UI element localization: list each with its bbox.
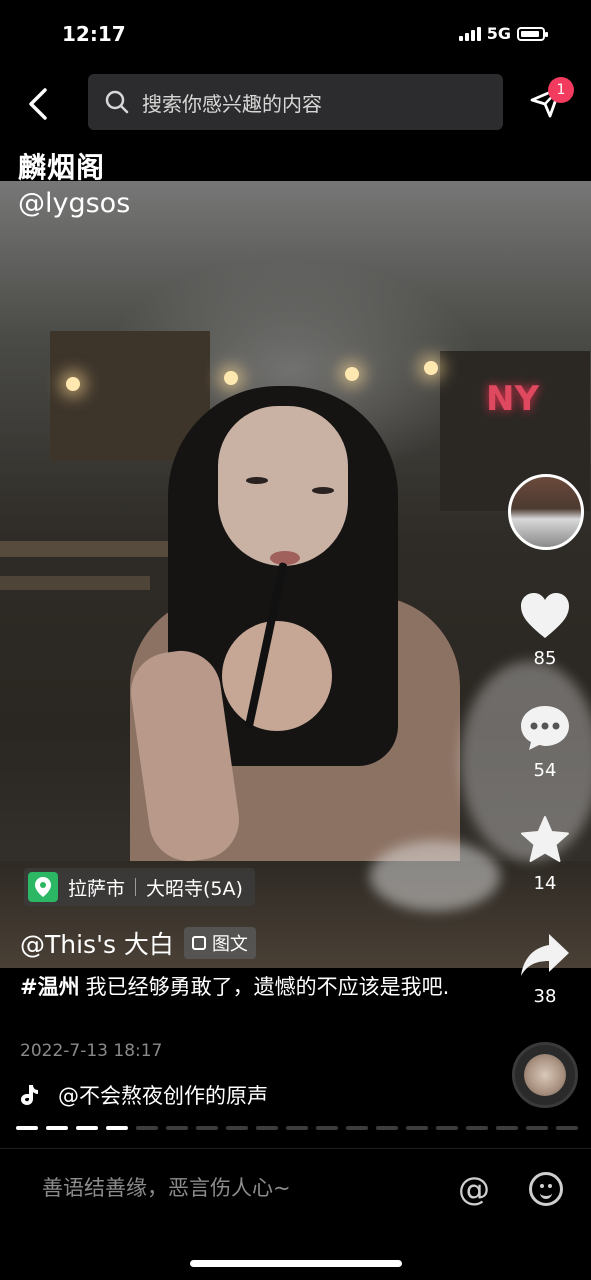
- post-photo[interactable]: NY: [0, 181, 591, 968]
- progress-dash: [166, 1126, 188, 1130]
- heart-icon: [521, 593, 569, 638]
- favorite-button[interactable]: 14: [510, 815, 580, 894]
- progress-dash: [346, 1126, 368, 1130]
- favorite-count: 14: [533, 873, 557, 894]
- progress-dash: [406, 1126, 428, 1130]
- progress-dash: [376, 1126, 398, 1130]
- location-divider: [135, 878, 137, 896]
- mention-button[interactable]: @: [458, 1170, 490, 1208]
- signal-icon: [458, 26, 481, 41]
- progress-dash: [256, 1126, 278, 1130]
- back-button[interactable]: [20, 86, 56, 122]
- music-note-icon: [21, 1085, 38, 1105]
- progress-dash: [286, 1126, 308, 1130]
- divider: [0, 1148, 591, 1149]
- image-text-icon: [191, 936, 206, 950]
- like-count: 85: [533, 648, 557, 669]
- progress-dash: [226, 1126, 248, 1130]
- location-city: 拉萨市: [68, 877, 126, 900]
- progress-dash: [496, 1126, 518, 1130]
- progress-dash: [136, 1126, 158, 1130]
- share-arrow-icon: [521, 934, 569, 976]
- watermark-handle: @lygsos: [18, 188, 131, 219]
- progress-dash: [16, 1126, 38, 1130]
- comment-button[interactable]: 54: [510, 704, 580, 781]
- music-title: @不会熬夜创作的原声: [58, 1084, 268, 1108]
- hashtag-link[interactable]: #温州: [20, 975, 80, 999]
- notification-badge: 1: [548, 77, 574, 103]
- comment-icon: [521, 706, 569, 750]
- comment-input[interactable]: 善语结善缘，恶言伤人心~: [42, 1172, 291, 1202]
- chevron-left-icon: [29, 88, 47, 120]
- location-tag[interactable]: 拉萨市 大昭寺(5A): [24, 868, 255, 906]
- post-date: 2022-7-13 18:17: [20, 1041, 163, 1061]
- photo-progress-indicator: [16, 1126, 578, 1130]
- progress-dash: [106, 1126, 128, 1130]
- share-count: 38: [533, 986, 557, 1007]
- progress-dash: [76, 1126, 98, 1130]
- battery-icon: [517, 26, 548, 41]
- progress-dash: [466, 1126, 488, 1130]
- music-row[interactable]: @不会熬夜创作的原声: [20, 1080, 268, 1110]
- post-type-tag: 图文: [183, 927, 256, 959]
- progress-dash: [196, 1126, 218, 1130]
- watermark-title: 麟烟阁: [18, 151, 106, 184]
- search-icon: [105, 90, 129, 114]
- status-time: 12:17: [62, 22, 126, 46]
- like-button[interactable]: 85: [510, 592, 580, 669]
- neon-sign: NY: [486, 379, 540, 419]
- status-indicators: 5G: [458, 24, 548, 43]
- star-icon: [521, 816, 569, 862]
- location-place: 大昭寺(5A): [146, 877, 243, 900]
- search-placeholder: 搜索你感兴趣的内容: [142, 91, 322, 116]
- music-disc[interactable]: [512, 1042, 578, 1108]
- share-button[interactable]: 38: [510, 932, 580, 1007]
- progress-dash: [526, 1126, 548, 1130]
- post-type-label: 图文: [211, 934, 248, 955]
- progress-dash: [46, 1126, 68, 1130]
- caption-text: 我已经够勇敢了，遗憾的不应该是我吧.: [85, 975, 450, 999]
- home-indicator: [190, 1260, 402, 1267]
- search-bar[interactable]: 搜索你感兴趣的内容: [88, 74, 503, 130]
- post-caption: #温州 我已经够勇敢了，遗憾的不应该是我吧.: [20, 972, 450, 1003]
- author-avatar[interactable]: [508, 474, 584, 550]
- progress-dash: [556, 1126, 578, 1130]
- author-name[interactable]: @This's 大白: [20, 925, 174, 961]
- location-pin-icon: [28, 872, 58, 902]
- network-label: 5G: [486, 24, 511, 43]
- progress-dash: [436, 1126, 458, 1130]
- emoji-icon[interactable]: [529, 1172, 563, 1206]
- author-row: @This's 大白 图文: [20, 925, 256, 961]
- progress-dash: [316, 1126, 338, 1130]
- comment-count: 54: [533, 760, 557, 781]
